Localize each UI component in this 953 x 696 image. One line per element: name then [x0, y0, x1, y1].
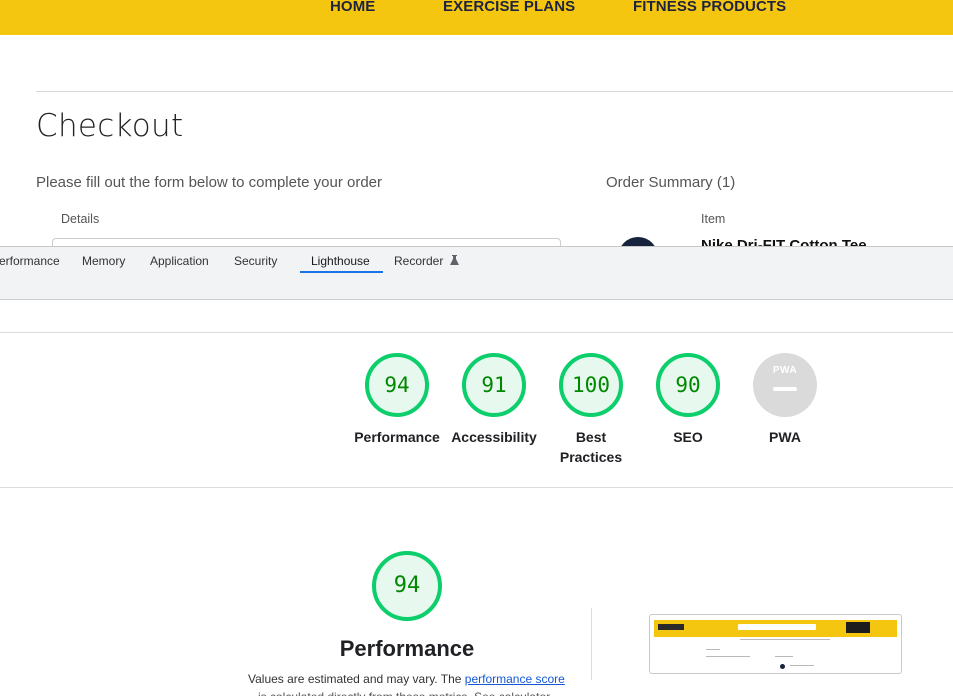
best-practices-score: 100 [572, 373, 610, 397]
performance-label: Performance [354, 429, 440, 445]
pwa-label: PWA [769, 429, 801, 445]
thumbnail-logo [658, 624, 684, 630]
tab-recorder-label: Recorder [394, 254, 444, 268]
performance-detail-score: 94 [393, 573, 421, 598]
best-practices-label: Best Practices [536, 427, 646, 467]
thumbnail-line [775, 656, 793, 657]
thumbnail-line [790, 665, 814, 666]
seo-score: 90 [675, 373, 701, 397]
tab-security[interactable]: Security [234, 254, 277, 268]
thumbnail-line [706, 649, 720, 650]
disclaimer-text: Values are estimated and may vary. The p… [248, 672, 565, 686]
tab-performance[interactable]: erformance [0, 254, 60, 268]
performance-detail-title: Performance [339, 636, 475, 661]
tab-application[interactable]: Application [150, 254, 209, 268]
divider [0, 332, 953, 333]
disclaimer-prefix: Values are estimated and may vary. The [248, 672, 465, 686]
seo-label: SEO [673, 429, 703, 445]
nav-fitness-products-link[interactable]: FITNESS PRODUCTS [633, 0, 786, 15]
thumbnail-product-image [780, 664, 785, 669]
flask-icon [449, 255, 459, 269]
thumbnail-cart [846, 622, 870, 633]
best-practices-label-line1: Best [575, 429, 607, 445]
accessibility-label: Accessibility [451, 429, 537, 445]
devtools-tab-bar: erformance Memory Application Security L… [0, 246, 953, 274]
performance-detail-gauge: 94 [371, 550, 443, 622]
tab-recorder[interactable]: Recorder [394, 254, 459, 269]
item-label: Item [701, 212, 726, 226]
details-label: Details [61, 212, 100, 226]
performance-score-link[interactable]: performance score [465, 672, 565, 686]
form-intro-text: Please fill out the form below to comple… [36, 174, 383, 191]
thumbnail-line [706, 656, 750, 657]
seo-gauge[interactable]: 90 [655, 352, 721, 418]
page-title: Checkout [36, 108, 184, 144]
thumbnail-search [738, 624, 816, 630]
performance-score: 94 [384, 373, 410, 397]
pwa-badge-text: PWA [772, 365, 798, 376]
order-summary-heading: Order Summary (1) [606, 174, 736, 191]
lighthouse-toolbar [0, 273, 953, 300]
nav-home-link[interactable]: HOME [330, 0, 375, 15]
nav-exercise-plans-link[interactable]: EXERCISE PLANS [443, 0, 575, 15]
tab-memory[interactable]: Memory [82, 254, 125, 268]
thumbnail-line [740, 639, 830, 640]
site-navbar: HOME EXERCISE PLANS FITNESS PRODUCTS [0, 0, 953, 35]
devtools-panel: erformance Memory Application Security L… [0, 246, 953, 696]
divider [591, 608, 592, 680]
accessibility-score: 91 [481, 373, 507, 397]
best-practices-label-line2: Practices [559, 449, 623, 465]
performance-gauge[interactable]: 94 [364, 352, 430, 418]
divider [36, 91, 953, 92]
pwa-dash-icon [773, 387, 797, 391]
best-practices-gauge[interactable]: 100 [558, 352, 624, 418]
accessibility-gauge[interactable]: 91 [461, 352, 527, 418]
disclaimer-continued: is calculated directly from these metric… [258, 690, 553, 696]
divider [0, 487, 953, 488]
pwa-badge-icon[interactable]: PWA [753, 353, 817, 417]
page-screenshot-thumbnail[interactable] [649, 614, 902, 674]
thumbnail-header [654, 620, 897, 637]
tab-lighthouse[interactable]: Lighthouse [311, 254, 370, 268]
